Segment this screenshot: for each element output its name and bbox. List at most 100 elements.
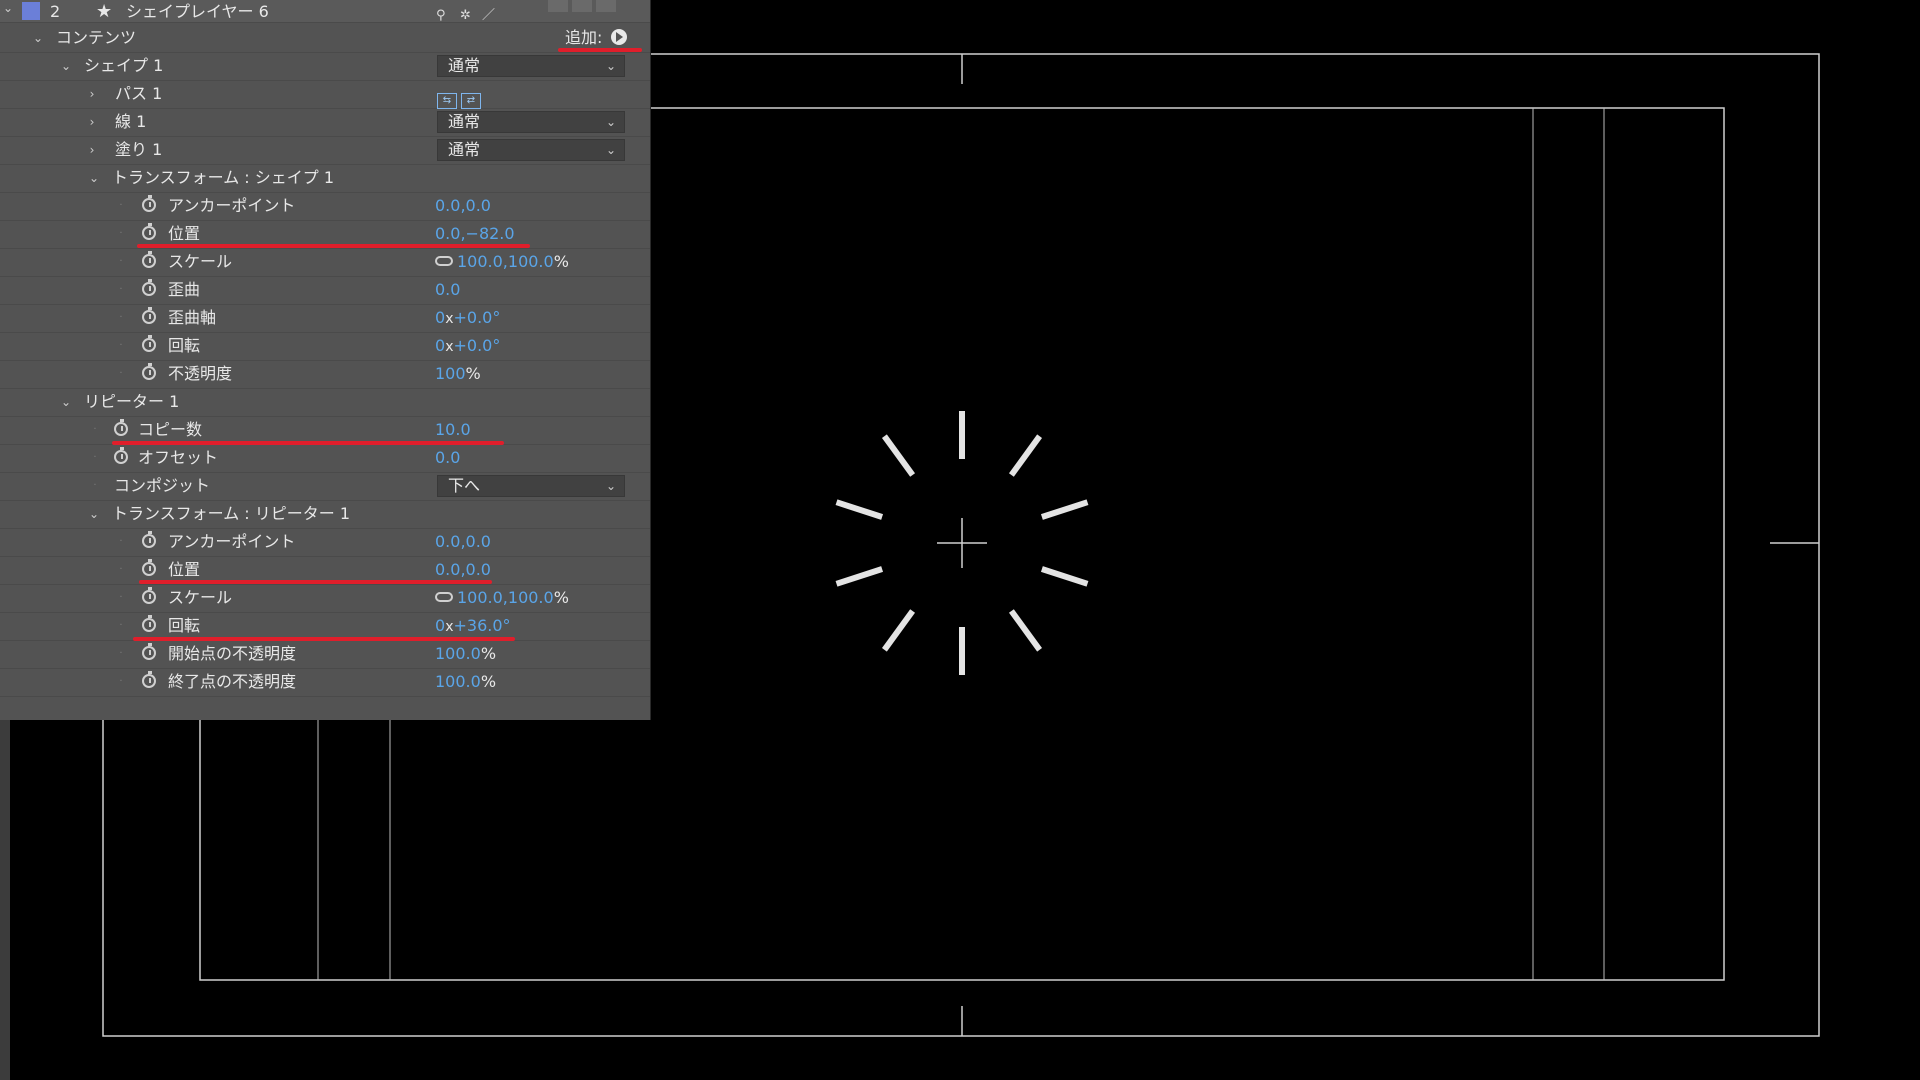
- stopwatch-icon[interactable]: [142, 671, 156, 688]
- stopwatch-icon[interactable]: [142, 363, 156, 380]
- shape-transform-row[interactable]: ⌄ トランスフォーム : シェイプ 1: [0, 164, 650, 193]
- chevron-down-icon[interactable]: ⌄: [86, 164, 102, 192]
- repeater-composite-label: コンポジット: [114, 476, 211, 495]
- quality-switch-icon[interactable]: ✲: [460, 2, 478, 23]
- stopwatch-icon[interactable]: [142, 279, 156, 296]
- shape-anchor-row[interactable]: · アンカーポイント 0.0,0.0: [0, 192, 650, 221]
- repeater-composite-dropdown[interactable]: 下へ ⌄: [437, 475, 625, 497]
- fill-row[interactable]: › 塗り 1 通常 ⌄: [0, 136, 650, 165]
- shape-opacity-row[interactable]: · 不透明度 100%: [0, 360, 650, 389]
- shape-group-row[interactable]: ⌄ シェイプ 1 通常 ⌄: [0, 52, 650, 81]
- path-direction-icon[interactable]: ⇆: [437, 93, 457, 109]
- repeater-position-row[interactable]: · 位置 0.0,0.0: [0, 556, 650, 585]
- fill-blend-dropdown[interactable]: 通常 ⌄: [437, 139, 625, 161]
- stopwatch-icon[interactable]: [142, 559, 156, 576]
- shape-skew-value[interactable]: 0.0: [435, 276, 460, 304]
- repeater-end-opacity-row[interactable]: · 終了点の不透明度 100.0%: [0, 668, 650, 697]
- shape-scale-value-group: 100.0,100.0%: [435, 248, 569, 276]
- repeater-start-opacity-row[interactable]: · 開始点の不透明度 100.0%: [0, 640, 650, 669]
- repeater-copies-row[interactable]: · コピー数 10.0: [0, 416, 650, 445]
- add-play-icon[interactable]: [611, 29, 627, 45]
- repeater-rotation-value[interactable]: +36.0°: [453, 616, 510, 635]
- shape-skew-row[interactable]: · 歪曲 0.0: [0, 276, 650, 305]
- shape-skew-axis-value[interactable]: +0.0°: [453, 308, 500, 327]
- switch-box-2[interactable]: [572, 0, 592, 12]
- repeater-anchor-row[interactable]: · アンカーポイント 0.0,0.0: [0, 528, 650, 557]
- bullet: ·: [93, 452, 97, 463]
- repeater-composite-row[interactable]: · コンポジット 下へ ⌄: [0, 472, 650, 501]
- repeater-spoke: [1040, 499, 1089, 520]
- stopwatch-icon[interactable]: [142, 643, 156, 660]
- collapse-switch-icon[interactable]: ／: [482, 2, 500, 23]
- shape-blend-dropdown[interactable]: 通常 ⌄: [437, 55, 625, 77]
- stopwatch-icon[interactable]: [142, 223, 156, 240]
- chevron-down-icon[interactable]: ⌄: [30, 24, 46, 52]
- repeater-end-opacity-value[interactable]: 100.0: [435, 672, 481, 691]
- repeater-anchor-value[interactable]: 0.0,0.0: [435, 528, 491, 556]
- repeater-row[interactable]: ⌄ リピーター 1: [0, 388, 650, 417]
- shape-scale-value[interactable]: 100.0,100.0: [457, 252, 554, 271]
- repeater-start-opacity-unit: %: [480, 644, 497, 663]
- switch-box-3[interactable]: [596, 0, 616, 12]
- shape-skew-axis-turns[interactable]: 0: [435, 308, 445, 327]
- repeater-scale-row[interactable]: · スケール 100.0,100.0%: [0, 584, 650, 613]
- shape-rotation-turns[interactable]: 0: [435, 336, 445, 355]
- stopwatch-icon[interactable]: [114, 419, 128, 436]
- stroke-blend-dropdown[interactable]: 通常 ⌄: [437, 111, 625, 133]
- shape-scale-row[interactable]: · スケール 100.0,100.0%: [0, 248, 650, 277]
- chevron-right-icon[interactable]: ›: [84, 80, 100, 108]
- bullet: ·: [93, 480, 97, 491]
- layer-row[interactable]: ⌄ 2 ★ シェイプレイヤー 6 ⚲ ✲ ／: [0, 0, 650, 23]
- shape-position-row[interactable]: · 位置 0.0,−82.0: [0, 220, 650, 249]
- repeater-transform-row[interactable]: ⌄ トランスフォーム : リピーター 1: [0, 500, 650, 529]
- chevron-right-icon[interactable]: ›: [84, 108, 100, 136]
- path-row[interactable]: › パス 1 ⇆ ⇄: [0, 80, 650, 109]
- chevron-down-icon[interactable]: ⌄: [58, 52, 74, 80]
- shape-rotation-row[interactable]: · 回転 0x+0.0°: [0, 332, 650, 361]
- repeater-scale-label: スケール: [168, 588, 233, 607]
- link-icon[interactable]: [435, 255, 453, 266]
- shape-rotation-value[interactable]: +0.0°: [453, 336, 500, 355]
- shape-opacity-value[interactable]: 100: [435, 364, 466, 383]
- stroke-row[interactable]: › 線 1 通常 ⌄: [0, 108, 650, 137]
- repeater-rotation-row[interactable]: · 回転 0x+36.0°: [0, 612, 650, 641]
- shape-anchor-value[interactable]: 0.0,0.0: [435, 192, 491, 220]
- chevron-down-icon: ⌄: [605, 479, 616, 493]
- chevron-right-icon[interactable]: ›: [84, 136, 100, 164]
- repeater-copies-value[interactable]: 10.0: [435, 416, 471, 444]
- switch-box-1[interactable]: [548, 0, 568, 12]
- contents-row[interactable]: ⌄ コンテンツ 追加:: [0, 24, 650, 53]
- repeater-rotation-label: 回転: [168, 616, 201, 635]
- layer-color-swatch[interactable]: [22, 2, 40, 20]
- repeater-scale-value-group: 100.0,100.0%: [435, 584, 569, 612]
- repeater-scale-value[interactable]: 100.0,100.0: [457, 588, 554, 607]
- chevron-down-icon[interactable]: ⌄: [0, 0, 16, 22]
- cut-off-row: [0, 696, 650, 720]
- star-icon: ★: [96, 1, 113, 22]
- stopwatch-icon[interactable]: [142, 335, 156, 352]
- repeater-transform-label: トランスフォーム : リピーター 1: [112, 504, 351, 523]
- stopwatch-icon[interactable]: [142, 531, 156, 548]
- shape-rotation-value-group: 0x+0.0°: [435, 332, 500, 361]
- shape-skew-axis-row[interactable]: · 歪曲軸 0x+0.0°: [0, 304, 650, 333]
- repeater-start-opacity-value[interactable]: 100.0: [435, 644, 481, 663]
- bullet: ·: [119, 228, 123, 239]
- stopwatch-icon[interactable]: [142, 587, 156, 604]
- stopwatch-icon[interactable]: [142, 615, 156, 632]
- stopwatch-icon[interactable]: [114, 447, 128, 464]
- link-icon[interactable]: [435, 591, 453, 602]
- path-reverse-icon[interactable]: ⇄: [461, 93, 481, 109]
- shy-switch-icon[interactable]: ⚲: [436, 2, 454, 23]
- stroke-label: 線 1: [115, 112, 147, 131]
- repeater-rotation-turns[interactable]: 0: [435, 616, 445, 635]
- repeater-offset-row[interactable]: · オフセット 0.0: [0, 444, 650, 473]
- layer-name[interactable]: シェイプレイヤー 6: [126, 0, 269, 26]
- stopwatch-icon[interactable]: [142, 251, 156, 268]
- stopwatch-icon[interactable]: [142, 307, 156, 324]
- chevron-down-icon[interactable]: ⌄: [58, 388, 74, 416]
- chevron-down-icon[interactable]: ⌄: [86, 500, 102, 528]
- bullet: ·: [119, 368, 123, 379]
- repeater-spoke: [835, 566, 884, 587]
- stopwatch-icon[interactable]: [142, 195, 156, 212]
- repeater-offset-value[interactable]: 0.0: [435, 444, 460, 472]
